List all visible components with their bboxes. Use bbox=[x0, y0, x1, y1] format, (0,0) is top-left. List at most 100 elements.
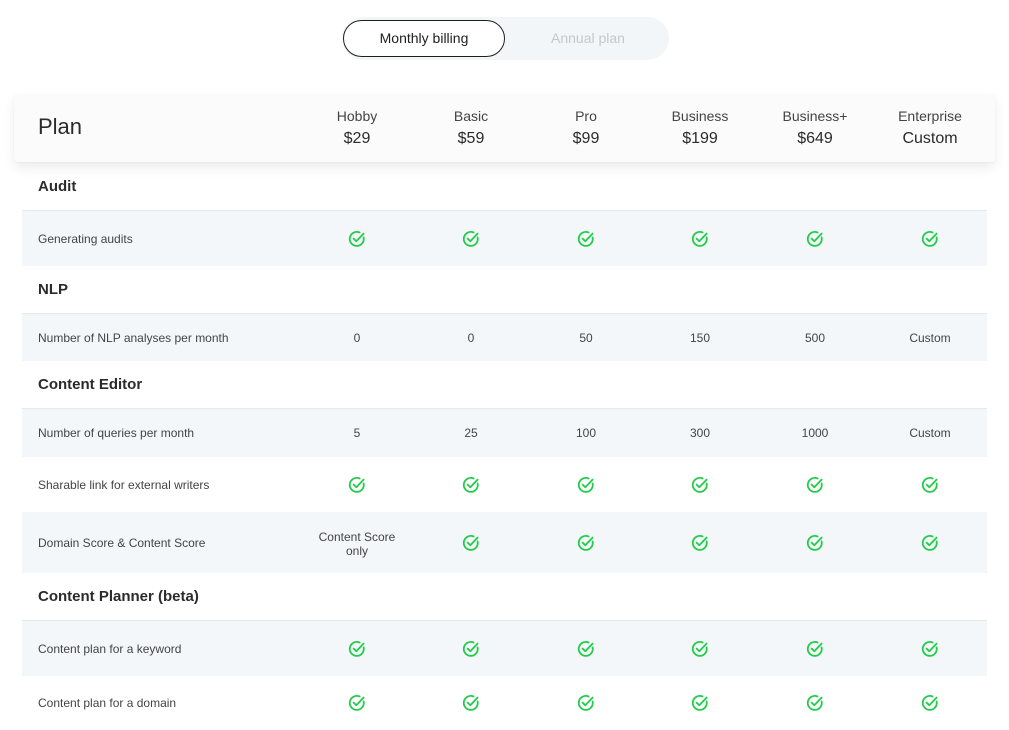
check-circle-icon bbox=[691, 534, 708, 551]
section-header: Content Planner (beta) bbox=[22, 573, 987, 621]
value-cell: Custom bbox=[909, 426, 951, 440]
plan-price: $29 bbox=[343, 130, 371, 147]
check-circle-icon bbox=[348, 640, 365, 657]
included-cell bbox=[921, 534, 939, 552]
check-circle-icon bbox=[921, 534, 938, 551]
included-cell bbox=[806, 230, 824, 248]
plan-column-business: Business $199 bbox=[645, 107, 755, 151]
plan-name: Hobby bbox=[336, 108, 378, 124]
check-circle-icon bbox=[577, 476, 594, 493]
included-cell bbox=[921, 230, 939, 248]
included-cell bbox=[348, 230, 366, 248]
check-circle-icon bbox=[921, 695, 938, 711]
plan-name: Basic bbox=[453, 108, 489, 124]
feature-label: Generating audits bbox=[38, 231, 133, 246]
value-cell: Custom bbox=[909, 330, 951, 345]
feature-label: Number of queries per month bbox=[38, 426, 195, 440]
value-cell: 500 bbox=[804, 330, 826, 345]
plan-column-hobby: Hobby $29 bbox=[302, 107, 412, 151]
included-cell bbox=[691, 534, 709, 552]
plan-name: Enterprise bbox=[898, 108, 962, 124]
check-circle-icon bbox=[462, 695, 479, 711]
section-title: Content Editor bbox=[38, 376, 143, 393]
plan-price: $649 bbox=[797, 130, 833, 147]
check-circle-icon bbox=[462, 476, 479, 493]
monthly-billing-option[interactable]: Monthly billing bbox=[343, 20, 505, 57]
feature-table: Audit Generating audits NLP Number of NLP a… bbox=[22, 162, 987, 730]
plan-price: $59 bbox=[457, 130, 485, 147]
check-circle-icon bbox=[691, 230, 708, 247]
value-cell: 50 bbox=[579, 330, 593, 345]
included-cell bbox=[348, 640, 366, 658]
check-circle-icon bbox=[577, 695, 594, 711]
table-row: Sharable link for external writers bbox=[22, 457, 987, 512]
included-cell bbox=[462, 694, 480, 712]
included-cell bbox=[577, 534, 595, 552]
plan-name: Business bbox=[671, 108, 729, 124]
included-cell bbox=[921, 694, 939, 712]
value-cell: Content Score only bbox=[318, 529, 396, 558]
check-circle-icon bbox=[921, 640, 938, 657]
included-cell bbox=[806, 694, 824, 712]
check-circle-icon bbox=[462, 640, 479, 657]
plan-title: Plan bbox=[38, 114, 83, 139]
section-header: Content Editor bbox=[22, 361, 987, 409]
value-cell: 25 bbox=[464, 426, 478, 440]
feature-label: Content plan for a keyword bbox=[38, 641, 182, 656]
plan-price: $99 bbox=[572, 130, 600, 147]
annual-plan-option[interactable]: Annual plan bbox=[508, 17, 668, 60]
included-cell bbox=[462, 476, 480, 494]
value-cell: 0 bbox=[467, 330, 475, 345]
included-cell bbox=[806, 534, 824, 552]
check-circle-icon bbox=[806, 476, 823, 493]
check-circle-icon bbox=[921, 230, 938, 247]
included-cell bbox=[462, 640, 480, 658]
plan-name: Pro bbox=[575, 108, 597, 124]
check-circle-icon bbox=[691, 640, 708, 657]
value-cell: 150 bbox=[689, 330, 711, 345]
table-row: Content plan for a domain bbox=[22, 676, 987, 730]
plan-column-pro: Pro $99 bbox=[531, 107, 641, 151]
check-circle-icon bbox=[462, 534, 479, 551]
feature-label: Domain Score & Content Score bbox=[38, 535, 206, 550]
check-circle-icon bbox=[806, 640, 823, 657]
value-cell: 100 bbox=[575, 426, 597, 440]
included-cell bbox=[577, 694, 595, 712]
section-title: Audit bbox=[38, 178, 77, 195]
check-circle-icon bbox=[691, 695, 708, 711]
included-cell bbox=[806, 640, 824, 658]
check-circle-icon bbox=[462, 230, 479, 247]
feature-label: Sharable link for external writers bbox=[38, 477, 210, 492]
table-row: Number of NLP analyses per month 0 0 50 150 5… bbox=[22, 314, 987, 361]
value-cell: 5 bbox=[353, 426, 361, 440]
included-cell bbox=[348, 694, 366, 712]
check-circle-icon bbox=[806, 534, 823, 551]
plan-column-enterprise: Enterprise Custom bbox=[875, 107, 985, 151]
check-circle-icon bbox=[806, 695, 823, 711]
table-row: Content plan for a keyword bbox=[22, 621, 987, 676]
feature-label: Content plan for a domain bbox=[38, 696, 177, 710]
check-circle-icon bbox=[577, 230, 594, 247]
billing-toggle[interactable]: Monthly billing Annual plan bbox=[342, 17, 669, 60]
included-cell bbox=[462, 534, 480, 552]
section-header: Audit bbox=[22, 162, 987, 211]
check-circle-icon bbox=[691, 476, 708, 493]
plan-name: Business+ bbox=[782, 108, 848, 124]
section-title: NLP bbox=[38, 281, 68, 298]
check-circle-icon bbox=[348, 695, 365, 711]
check-circle-icon bbox=[921, 476, 938, 493]
value-cell: 1000 bbox=[801, 426, 829, 440]
plan-column-business-plus: Business+ $649 bbox=[760, 107, 870, 151]
check-circle-icon bbox=[348, 476, 365, 493]
included-cell bbox=[577, 476, 595, 494]
included-cell bbox=[691, 640, 709, 658]
included-cell bbox=[921, 476, 939, 494]
feature-label: Number of NLP analyses per month bbox=[38, 330, 229, 345]
table-row: Domain Score & Content Score Content Scor… bbox=[22, 512, 987, 573]
included-cell bbox=[691, 230, 709, 248]
included-cell bbox=[806, 476, 824, 494]
plan-price: $199 bbox=[682, 130, 718, 147]
check-circle-icon bbox=[806, 230, 823, 247]
check-circle-icon bbox=[348, 230, 365, 247]
included-cell bbox=[691, 476, 709, 494]
